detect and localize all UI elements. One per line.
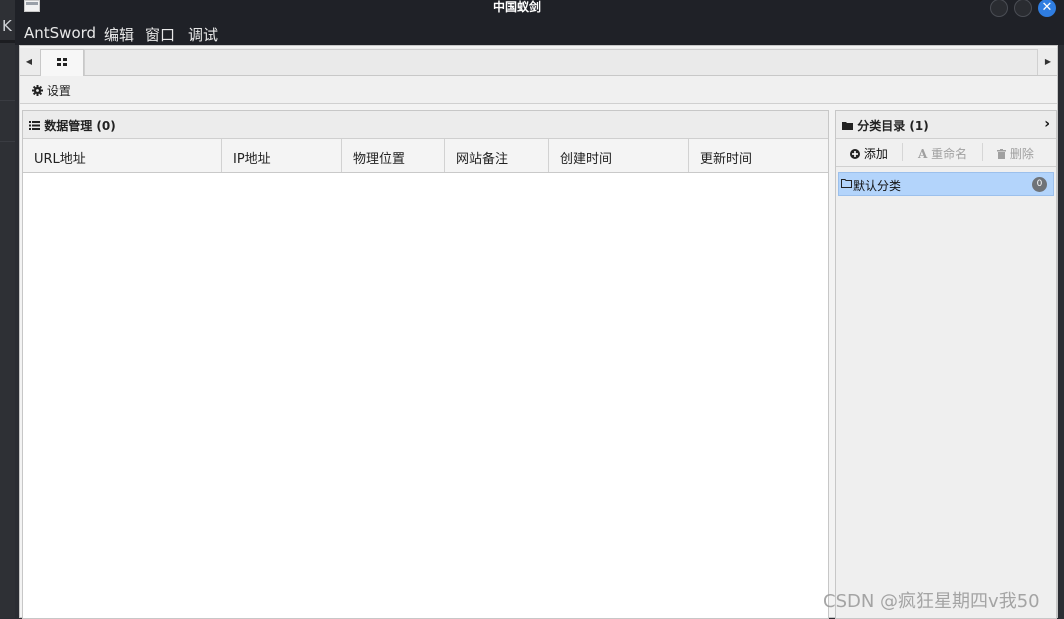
column-url-label: URL地址 — [34, 152, 86, 167]
desktop-strip-2 — [0, 100, 15, 142]
column-ip[interactable]: IP地址 — [222, 139, 342, 172]
close-button[interactable]: ✕ — [1038, 0, 1056, 17]
grid-icon — [57, 58, 67, 66]
column-note[interactable]: 网站备注 — [445, 139, 549, 172]
column-updated[interactable]: 更新时间 — [689, 139, 828, 172]
toolbar-divider — [902, 143, 903, 161]
settings-label: 设置 — [46, 84, 71, 98]
desktop-edge: K — [0, 0, 15, 618]
gear-icon — [32, 85, 43, 96]
category-panel-header: 分类目录 (1) › — [836, 111, 1056, 139]
plus-circle-icon — [850, 149, 860, 159]
delete-category-button[interactable]: 删除 — [997, 145, 1034, 162]
rename-category-label: 重命名 — [931, 147, 968, 161]
watermark: CSDN @疯狂星期四v我50 — [823, 591, 1040, 612]
column-updated-label: 更新时间 — [700, 152, 753, 167]
column-created-label: 创建时间 — [560, 152, 613, 167]
rename-category-button[interactable]: A 重命名 — [918, 145, 967, 162]
tab-scroll-left-icon[interactable]: ◀ — [21, 50, 37, 74]
tab-strip — [84, 49, 1038, 75]
add-category-label: 添加 — [863, 147, 888, 161]
data-panel-title: 数据管理 (0) — [44, 119, 116, 133]
desktop-strip — [0, 40, 15, 43]
chevron-right-icon[interactable]: › — [1044, 116, 1050, 132]
category-panel-title: 分类目录 (1) — [857, 119, 929, 133]
data-management-panel: 数据管理 (0) URL地址 IP地址 物理位置 网站备注 创建时间 更新时间 — [22, 110, 829, 619]
window-title: 中国蚁剑 — [492, 0, 541, 14]
tab-home[interactable] — [40, 49, 84, 76]
category-toolbar: 添加 A 重命名 删除 — [836, 139, 1056, 167]
data-panel-header: 数据管理 (0) — [23, 111, 828, 139]
column-location-label: 物理位置 — [353, 152, 406, 167]
tab-bar: ◀ ▶ — [20, 48, 1057, 76]
column-ip-label: IP地址 — [233, 152, 271, 167]
column-note-label: 网站备注 — [456, 152, 509, 167]
folder-outline-icon — [841, 179, 852, 188]
main-content: ◀ ▶ 设置 数据管理 (0) URL地址 IP地址 物理位置 网站备注 创建时… — [19, 45, 1058, 619]
menubar: AntSword 编辑 窗口 调试 — [15, 20, 1064, 45]
menu-antsword[interactable]: AntSword — [24, 24, 96, 42]
menu-debug[interactable]: 调试 — [188, 24, 218, 45]
table-body[interactable] — [23, 173, 828, 618]
menu-edit[interactable]: 编辑 — [104, 24, 134, 45]
desktop-edge-letter: K — [2, 17, 12, 35]
category-count-badge: 0 — [1032, 177, 1047, 192]
main-toolbar: 设置 — [20, 76, 1057, 104]
folder-icon — [842, 122, 853, 130]
tab-scroll-right-icon[interactable]: ▶ — [1040, 50, 1056, 74]
column-location[interactable]: 物理位置 — [342, 139, 445, 172]
list-icon — [29, 121, 40, 130]
category-item-default[interactable]: 默认分类 0 — [838, 172, 1054, 196]
font-icon: A — [918, 147, 928, 161]
toolbar-divider — [982, 143, 983, 161]
close-icon: ✕ — [1041, 0, 1053, 15]
window-titlebar: 中国蚁剑 ✕ — [15, 0, 1064, 20]
settings-button[interactable]: 设置 — [32, 82, 71, 99]
trash-icon — [997, 149, 1006, 159]
category-panel: 分类目录 (1) › 添加 A 重命名 删除 默认分类 0 — [835, 110, 1057, 619]
maximize-button[interactable] — [1014, 0, 1032, 17]
table-header: URL地址 IP地址 物理位置 网站备注 创建时间 更新时间 — [23, 139, 828, 173]
column-created[interactable]: 创建时间 — [549, 139, 689, 172]
menu-window[interactable]: 窗口 — [145, 24, 175, 45]
category-item-label: 默认分类 — [853, 179, 902, 193]
add-category-button[interactable]: 添加 — [850, 145, 888, 162]
column-url[interactable]: URL地址 — [23, 139, 222, 172]
delete-category-label: 删除 — [1009, 147, 1034, 161]
